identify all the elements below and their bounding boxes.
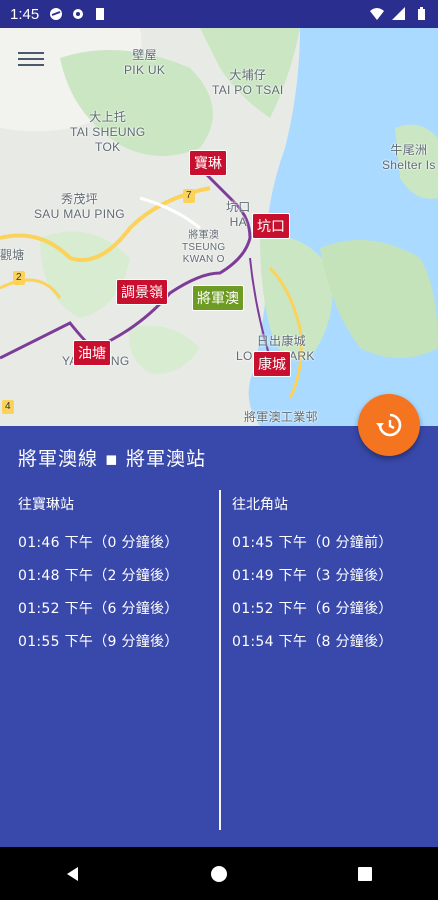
place-label-en: KWAN O <box>182 254 225 265</box>
station-lohas-park[interactable]: 康城 <box>253 351 291 377</box>
place-label-shelter-island: 牛尾洲 Shelter Is <box>382 143 436 173</box>
place-label-zh: 將軍澳工業邨 <box>244 410 318 424</box>
place-label-en: Shelter Is <box>382 158 436 172</box>
direction-heading: 往北角站 <box>232 497 288 513</box>
place-label-sau-mau-ping: 秀茂坪 SAU MAU PING <box>34 192 125 222</box>
station-yau-tong[interactable]: 油塘 <box>73 340 111 366</box>
settings-gear-icon <box>73 9 84 19</box>
back-icon <box>67 866 78 881</box>
place-label-zh: 牛尾洲 <box>390 143 428 157</box>
arrival-time-row: 01:48 下午（2 分鐘後） <box>18 568 179 584</box>
station-tseung-kwan-o[interactable]: 將軍澳 <box>192 285 244 311</box>
menu-icon[interactable] <box>18 48 44 70</box>
station-tiu-keng-leng[interactable]: 調景嶺 <box>116 279 168 305</box>
place-label-en: PIK UK <box>124 63 166 77</box>
panel-title: 將軍澳線 ▪ 將軍澳站 <box>18 448 206 470</box>
place-label-zh: 觀塘 <box>0 248 25 262</box>
status-bar: 1:45 <box>0 0 438 28</box>
home-button[interactable] <box>204 859 234 889</box>
route-number-7: 7 <box>186 190 192 201</box>
back-button[interactable] <box>58 859 88 889</box>
place-label-en: TAI PO TSAI <box>212 83 284 97</box>
home-icon <box>211 865 227 882</box>
place-label-zh: 大埔仔 <box>229 68 267 82</box>
place-label-zh: 日出康城 <box>256 334 306 348</box>
place-label-tseung-kwan-o: 將軍澳 TSEUNG KWAN O <box>182 230 225 266</box>
arrival-time-row: 01:45 下午（0 分鐘前） <box>232 535 393 551</box>
arrival-panel: 將軍澳線 ▪ 將軍澳站 往寶琳站 01:46 下午（0 分鐘後） 01:48 下… <box>0 426 438 847</box>
recents-button[interactable] <box>350 859 380 889</box>
route-number-4: 4 <box>5 401 11 412</box>
history-icon <box>376 413 402 437</box>
arrival-time-row: 01:52 下午（6 分鐘後） <box>18 601 179 617</box>
place-label-pik-uk: 壁屋 PIK UK <box>124 48 165 78</box>
history-button[interactable] <box>358 394 420 456</box>
battery-icon <box>418 7 425 20</box>
arrival-time-row: 01:55 下午（9 分鐘後） <box>18 634 179 650</box>
place-label-en: TSEUNG <box>182 242 226 253</box>
place-label-en: SAU MAU PING <box>34 207 125 221</box>
route-number-2: 2 <box>16 272 22 283</box>
place-label-en: TOK <box>95 140 121 154</box>
place-label-en: HA <box>229 215 247 229</box>
arrival-time-row: 01:46 下午（0 分鐘後） <box>18 535 179 551</box>
place-label-tai-sheung-tok: 大上托 TAI SHEUNG TOK <box>70 110 145 155</box>
place-label-zh: 秀茂坪 <box>61 192 98 206</box>
column-divider <box>219 490 221 830</box>
station-hang-hau[interactable]: 坑口 <box>252 213 290 239</box>
wifi-icon <box>370 8 384 20</box>
place-label-zh: 壁屋 <box>132 48 157 62</box>
map-view[interactable]: 7 2 4 壁屋 PIK UK 大埔仔 TAI PO TSAI 大上托 TAI … <box>0 28 438 426</box>
place-label-zh: 將軍澳 <box>188 230 220 241</box>
place-label-tai-po-tsai: 大埔仔 TAI PO TSAI <box>212 68 284 98</box>
arrival-time-row: 01:49 下午（3 分鐘後） <box>232 568 393 584</box>
place-label-tko-industrial: 將軍澳工業邨 <box>244 410 318 425</box>
sd-card-icon <box>96 8 105 20</box>
arrival-time-row: 01:54 下午（8 分鐘後） <box>232 634 393 650</box>
messaging-icon <box>50 8 63 20</box>
place-label-zh: 大上托 <box>89 110 127 124</box>
signal-icon <box>392 7 405 20</box>
arrival-time-row: 01:52 下午（6 分鐘後） <box>232 601 393 617</box>
status-time: 1:45 <box>10 5 40 23</box>
place-label-en-part: LO <box>236 349 253 363</box>
navigation-bar <box>0 847 438 900</box>
direction-column-north-point: 往北角站 01:45 下午（0 分鐘前） 01:49 下午（3 分鐘後） 01:… <box>232 494 393 664</box>
place-label-zh: 坑口 <box>226 200 251 214</box>
direction-column-po-lam: 往寶琳站 01:46 下午（0 分鐘後） 01:48 下午（2 分鐘後） 01:… <box>18 494 179 664</box>
place-label-kwun-tong: 觀塘 <box>0 248 25 263</box>
place-label-en: TAI SHEUNG <box>70 125 146 139</box>
direction-heading: 往寶琳站 <box>18 497 74 513</box>
station-po-lam[interactable]: 寶琳 <box>189 150 227 176</box>
recents-icon <box>358 866 372 881</box>
place-label-hang-hau: 坑口 HA <box>226 200 251 230</box>
